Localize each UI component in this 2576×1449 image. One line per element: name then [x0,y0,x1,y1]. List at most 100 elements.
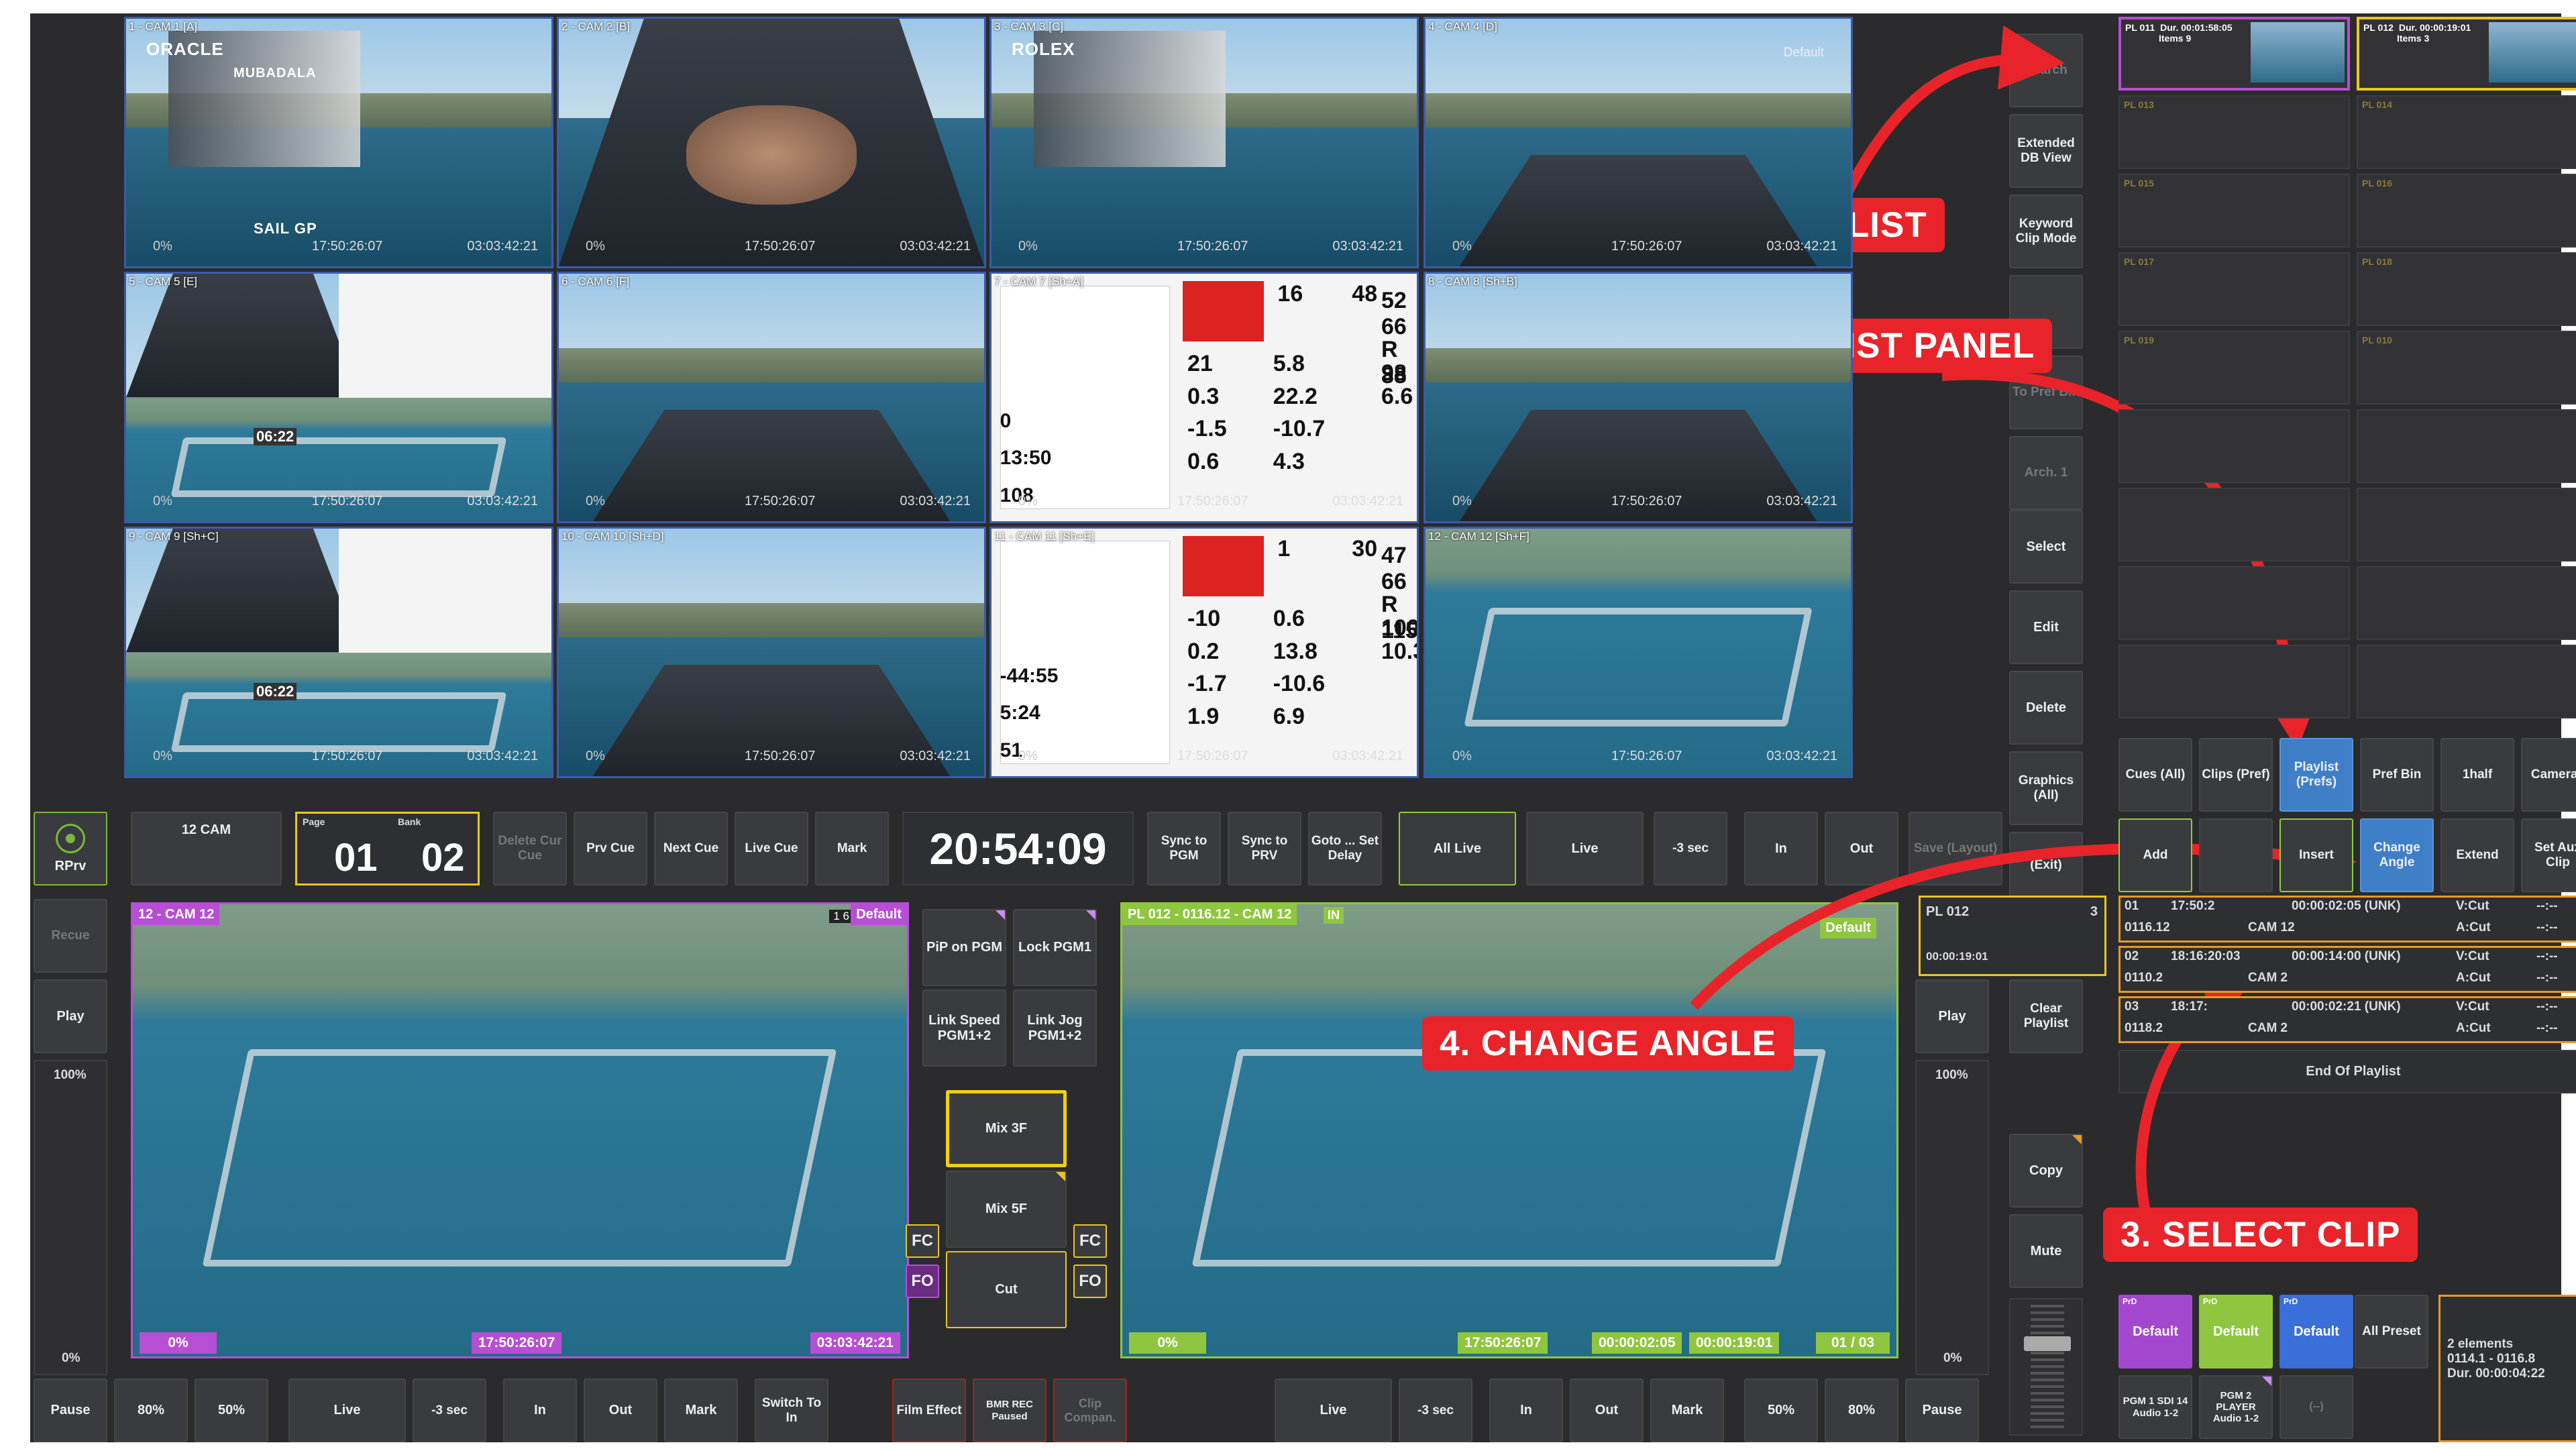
sponsor-text: ROLEX [1012,39,1075,59]
clip-number: 02 [2125,949,2139,963]
preset-button[interactable]: PrD Default [2199,1295,2273,1368]
camera-tile[interactable]: 06:22 5 - CAM 5 [E] 0% 17:50:26:07 03:03:42:… [124,272,553,523]
telemetry-value: 0.2 [1187,638,1220,664]
course-map [1000,541,1171,764]
preset-button[interactable]: PrD Default [2118,1295,2192,1368]
bin-action[interactable]: Set Aux Clip [2521,818,2576,892]
bin-action[interactable]: Change Angle [2360,818,2434,892]
camera-tile[interactable]: 1 - CAM 1 [A] ORACLE MUBADALA SAIL GP 0% 17:5… [124,17,553,268]
playlist-slot-empty[interactable] [2118,409,2350,483]
clip-audio-transition: A:Cut [2456,920,2491,934]
playlist-slot[interactable]: PL 019 [2118,331,2350,405]
bin-tab[interactable]: Cues (All) [2118,738,2192,812]
playlist-clip-row[interactable]: 01 0116.12 17:50:2 CAM 12 00:00:02:05 (UNK) V… [2118,896,2576,943]
clip-speed: --:-- [2536,899,2558,913]
telemetry-value: 0.6 [1187,448,1220,474]
playlist-slot-empty[interactable] [2357,488,2576,561]
bin-action[interactable]: Insert [2279,818,2353,892]
camera-duration: 03:03:42:21 [1766,749,1837,763]
playlist-thumbnail [2251,22,2345,83]
sponsor-text: ORACLE [146,39,224,59]
playlist-slot[interactable]: PL 012 Dur. 00:00:19:01 Items 3 [2357,17,2576,91]
course-map [1000,286,1171,509]
telemetry-table: 1304766R 115100-100.60.213.810.3-1.7-10.… [1183,536,1417,769]
telemetry-value: 6.6 [1381,383,1413,409]
camera-label: 7 - CAM 7 [Sh+A] [994,275,1083,288]
preset-label: Default [2294,1324,2339,1339]
playlist-id: PL 017 [2124,256,2154,267]
clip-audio-transition: A:Cut [2456,1021,2491,1035]
camera-tile[interactable]: 4 - CAM 4 [D] Default 0% 17:50:26:07 03:03:4… [1424,17,1853,268]
clip-speed-2: --:-- [2536,971,2558,985]
playlist-slot-empty[interactable] [2118,566,2350,640]
preset-button[interactable]: PrD Default [2279,1295,2353,1368]
camera-tile[interactable]: 06:22 9 - CAM 9 [Sh+C] 0% 17:50:26:07 03:03:… [124,527,553,778]
camera-duration: 03:03:42:21 [467,239,538,254]
camera-tile[interactable]: 3 - CAM 3 [C] ROLEX 0% 17:50:26:07 03:03:42:… [989,17,1419,268]
sponsor-text-2: MUBADALA [233,66,317,80]
camera-tile[interactable]: 6 - CAM 6 [F] 0% 17:50:26:07 03:03:42:21 [557,272,986,523]
arrow-step2 [1836,25,2065,207]
telemetry-value: 4.3 [1273,448,1305,474]
camera-shore [559,347,984,383]
camera-label: 10 - CAM 10 [Sh+D] [561,530,664,543]
playlist-slot[interactable]: PL 018 [2357,252,2576,326]
camera-duration: 03:03:42:21 [1332,494,1403,508]
camera-timecode: 17:50:26:07 [744,494,816,508]
clip-duration: 00:00:02:05 (UNK) [2292,899,2401,913]
bin-tab[interactable]: Cameras [2521,738,2576,812]
telemetry-value: 66 [1381,313,1407,339]
bin-tab[interactable]: 1half [2440,738,2514,812]
telemetry-value: 100 [1381,614,1419,641]
playlist-slot[interactable]: PL 015 [2118,174,2350,248]
telemetry-value: -10.7 [1273,416,1326,442]
camera-tile[interactable]: 16 48 52 66 R 88 98 21 5.8 0.3 22.2 6.6 -1.5 -10.7 0.… [989,272,1419,523]
camera-tile[interactable]: 2 - CAM 2 [B] 0% 17:50:26:07 03:03:42:21 [557,17,986,268]
camera-tile[interactable]: 12 - CAM 12 [Sh+F] 0% 17:50:26:07 03:03:42:… [1424,527,1853,778]
camera-percent: 0% [1452,494,1472,508]
screenshot-canvas: Search Extended DB View Keyword Clip Mod… [0,0,2576,1449]
race-course-boundary [170,692,507,752]
playlist-slot[interactable]: PL 010 [2357,331,2576,405]
clip-speed: --:-- [2536,1000,2558,1014]
playlist-slot-empty[interactable] [2357,566,2576,640]
camera-percent: 0% [586,239,605,254]
playlist-slot-empty[interactable] [2118,645,2350,718]
camera-tile[interactable]: 1304766R 115100-100.60.213.810.3-1.7-10.… [989,527,1419,778]
camera-percent: 0% [153,749,172,763]
playlist-clip-row[interactable]: 03 0118.2 18:17: CAM 2 00:00:02:21 (UNK) V:Cu… [2118,996,2576,1043]
replay-app-window: Search Extended DB View Keyword Clip Mod… [30,13,2576,1442]
playlist-slot-empty[interactable] [2118,488,2350,561]
camera-tile[interactable]: 10 - CAM 10 [Sh+D] 0% 17:50:26:07 03:03:42:… [557,527,986,778]
telemetry-dashboard: 1304766R 115100-100.60.213.810.3-1.7-10.… [991,529,1417,776]
bin-tab[interactable]: Pref Bin [2360,738,2434,812]
playlist-slot[interactable]: PL 013 [2118,95,2350,169]
telemetry-value: -1.7 [1187,671,1227,697]
camera-percent: 0% [586,749,605,763]
playlist-id: PL 019 [2124,335,2154,345]
playlist-clip-row[interactable]: 02 0110.2 18:16:20:03 CAM 2 00:00:14:00 (UNK… [2118,946,2576,993]
preset-label: Default [2213,1324,2259,1339]
camera-tile[interactable]: 8 - CAM 8 [Sh+B] 0% 17:50:26:07 03:03:42:21 [1424,272,1853,523]
bin-action[interactable]: Extend [2440,818,2514,892]
playlist-id: PL 014 [2362,99,2392,110]
camera-percent: 0% [153,239,172,254]
playlist-slot[interactable]: PL 014 [2357,95,2576,169]
camera-percent: 0% [1018,749,1038,763]
bin-action[interactable]: Add [2118,818,2192,892]
camera-timecode: 17:50:26:07 [1611,749,1682,763]
playlist-slot-empty[interactable] [2357,645,2576,718]
bin-tab[interactable]: Playlist (Prefs) [2279,738,2353,812]
playlist-slot-empty[interactable] [2357,409,2576,483]
playlist-slot[interactable]: PL 017 [2118,252,2350,326]
telemetry-value: 30 [1352,536,1378,562]
playlist-slot[interactable]: PL 011 Dur. 00:01:58:05 Items 9 [2118,17,2350,91]
clip-camera: CAM 12 [2248,920,2295,934]
camera-timecode: 17:50:26:07 [311,239,383,254]
bin-tab[interactable]: Clips (Pref) [2199,738,2273,812]
bin-action[interactable] [2199,818,2273,892]
playlist-slot[interactable]: PL 016 [2357,174,2576,248]
telemetry-value: 21 [1187,351,1213,377]
camera-duration: 03:03:42:21 [900,239,971,254]
camera-duration: 03:03:42:21 [1332,239,1403,254]
